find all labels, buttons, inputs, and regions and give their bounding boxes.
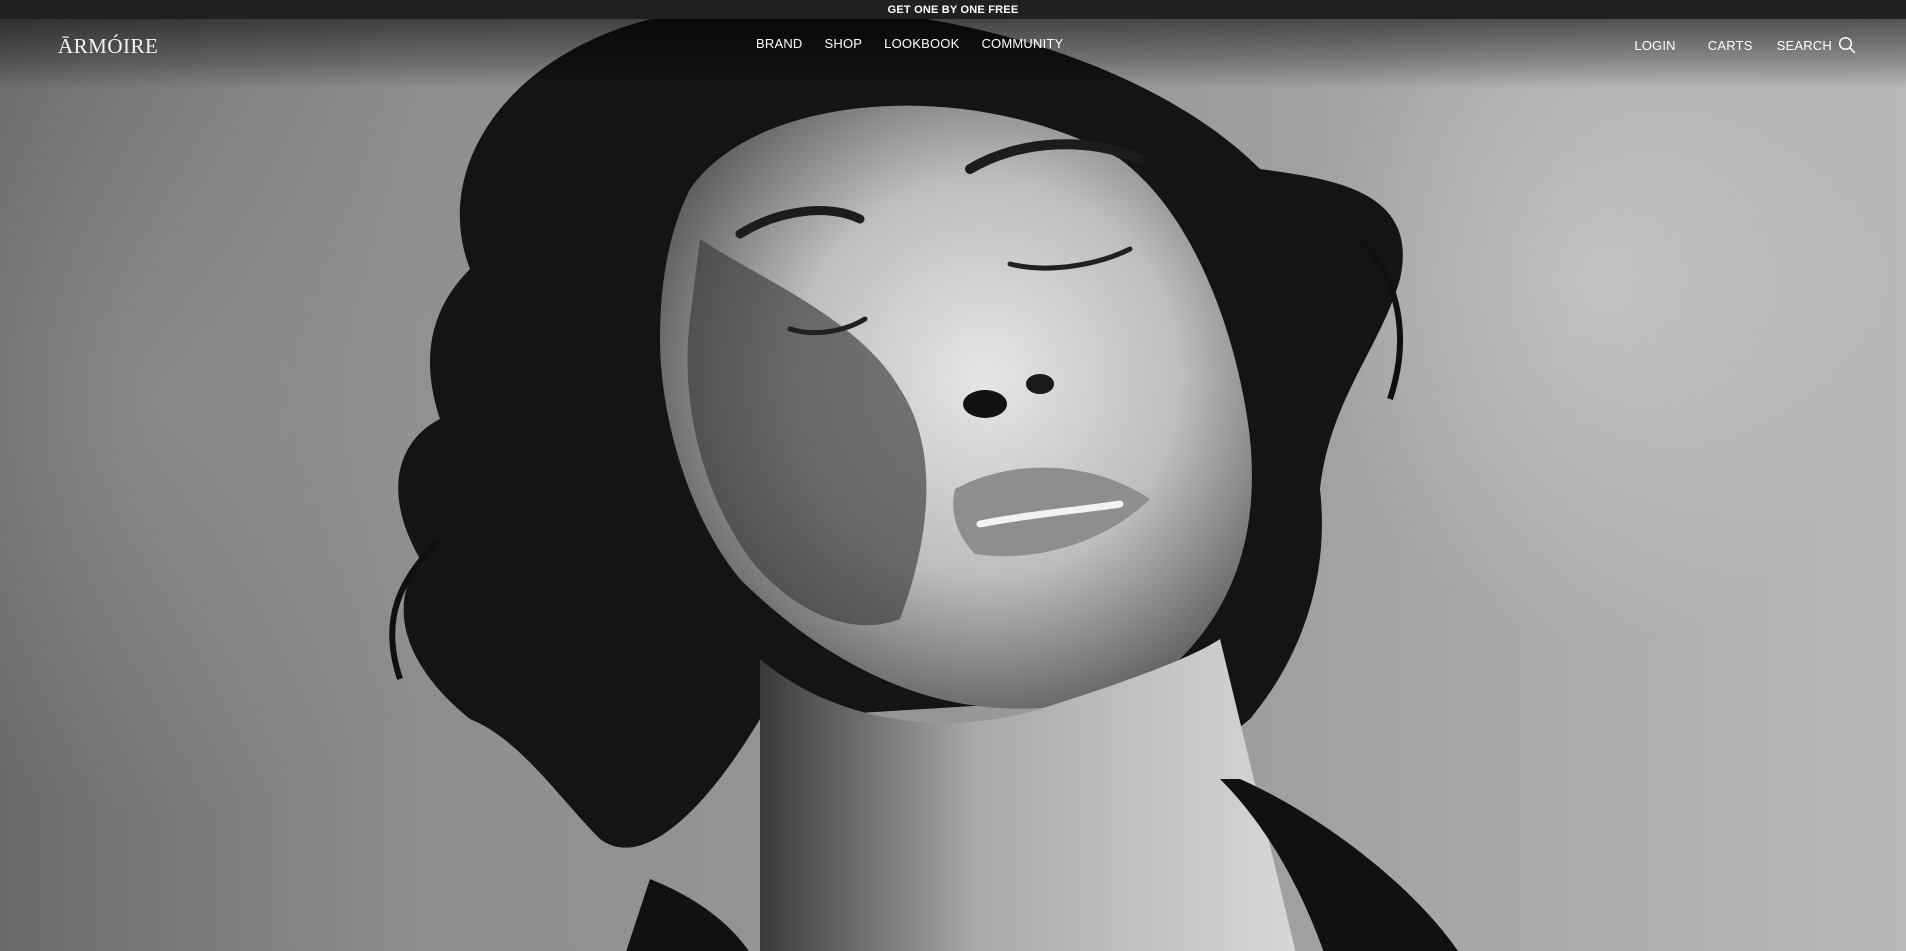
site-header: ĀRMÓIRE BRAND SHOP LOOKBOOK COMMUNITY LO… — [0, 19, 1906, 69]
login-link[interactable]: LOGIN — [1634, 38, 1675, 53]
nav-item-lookbook[interactable]: LOOKBOOK — [884, 36, 959, 51]
carts-link[interactable]: CARTS — [1708, 38, 1753, 53]
announcement-text: GET ONE BY ONE FREE — [887, 3, 1019, 16]
main-nav: BRAND SHOP LOOKBOOK COMMUNITY — [756, 36, 1085, 51]
page: GET ONE BY ONE FREE ĀRMÓIRE BRAND SHOP L… — [0, 0, 1906, 951]
utility-nav: LOGIN CARTS SEARCH — [1602, 36, 1856, 54]
nav-item-shop[interactable]: SHOP — [825, 36, 863, 51]
search-icon — [1838, 36, 1856, 54]
announcement-bar: GET ONE BY ONE FREE — [0, 0, 1906, 19]
search-label: SEARCH — [1776, 37, 1832, 53]
hero-portrait — [389, 19, 1458, 951]
hero-image — [0, 19, 1906, 951]
brand-logo[interactable]: ĀRMÓIRE — [58, 34, 158, 59]
nav-item-community[interactable]: COMMUNITY — [981, 36, 1063, 51]
nav-item-brand[interactable]: BRAND — [756, 36, 803, 51]
search-button[interactable]: SEARCH — [1777, 36, 1856, 54]
